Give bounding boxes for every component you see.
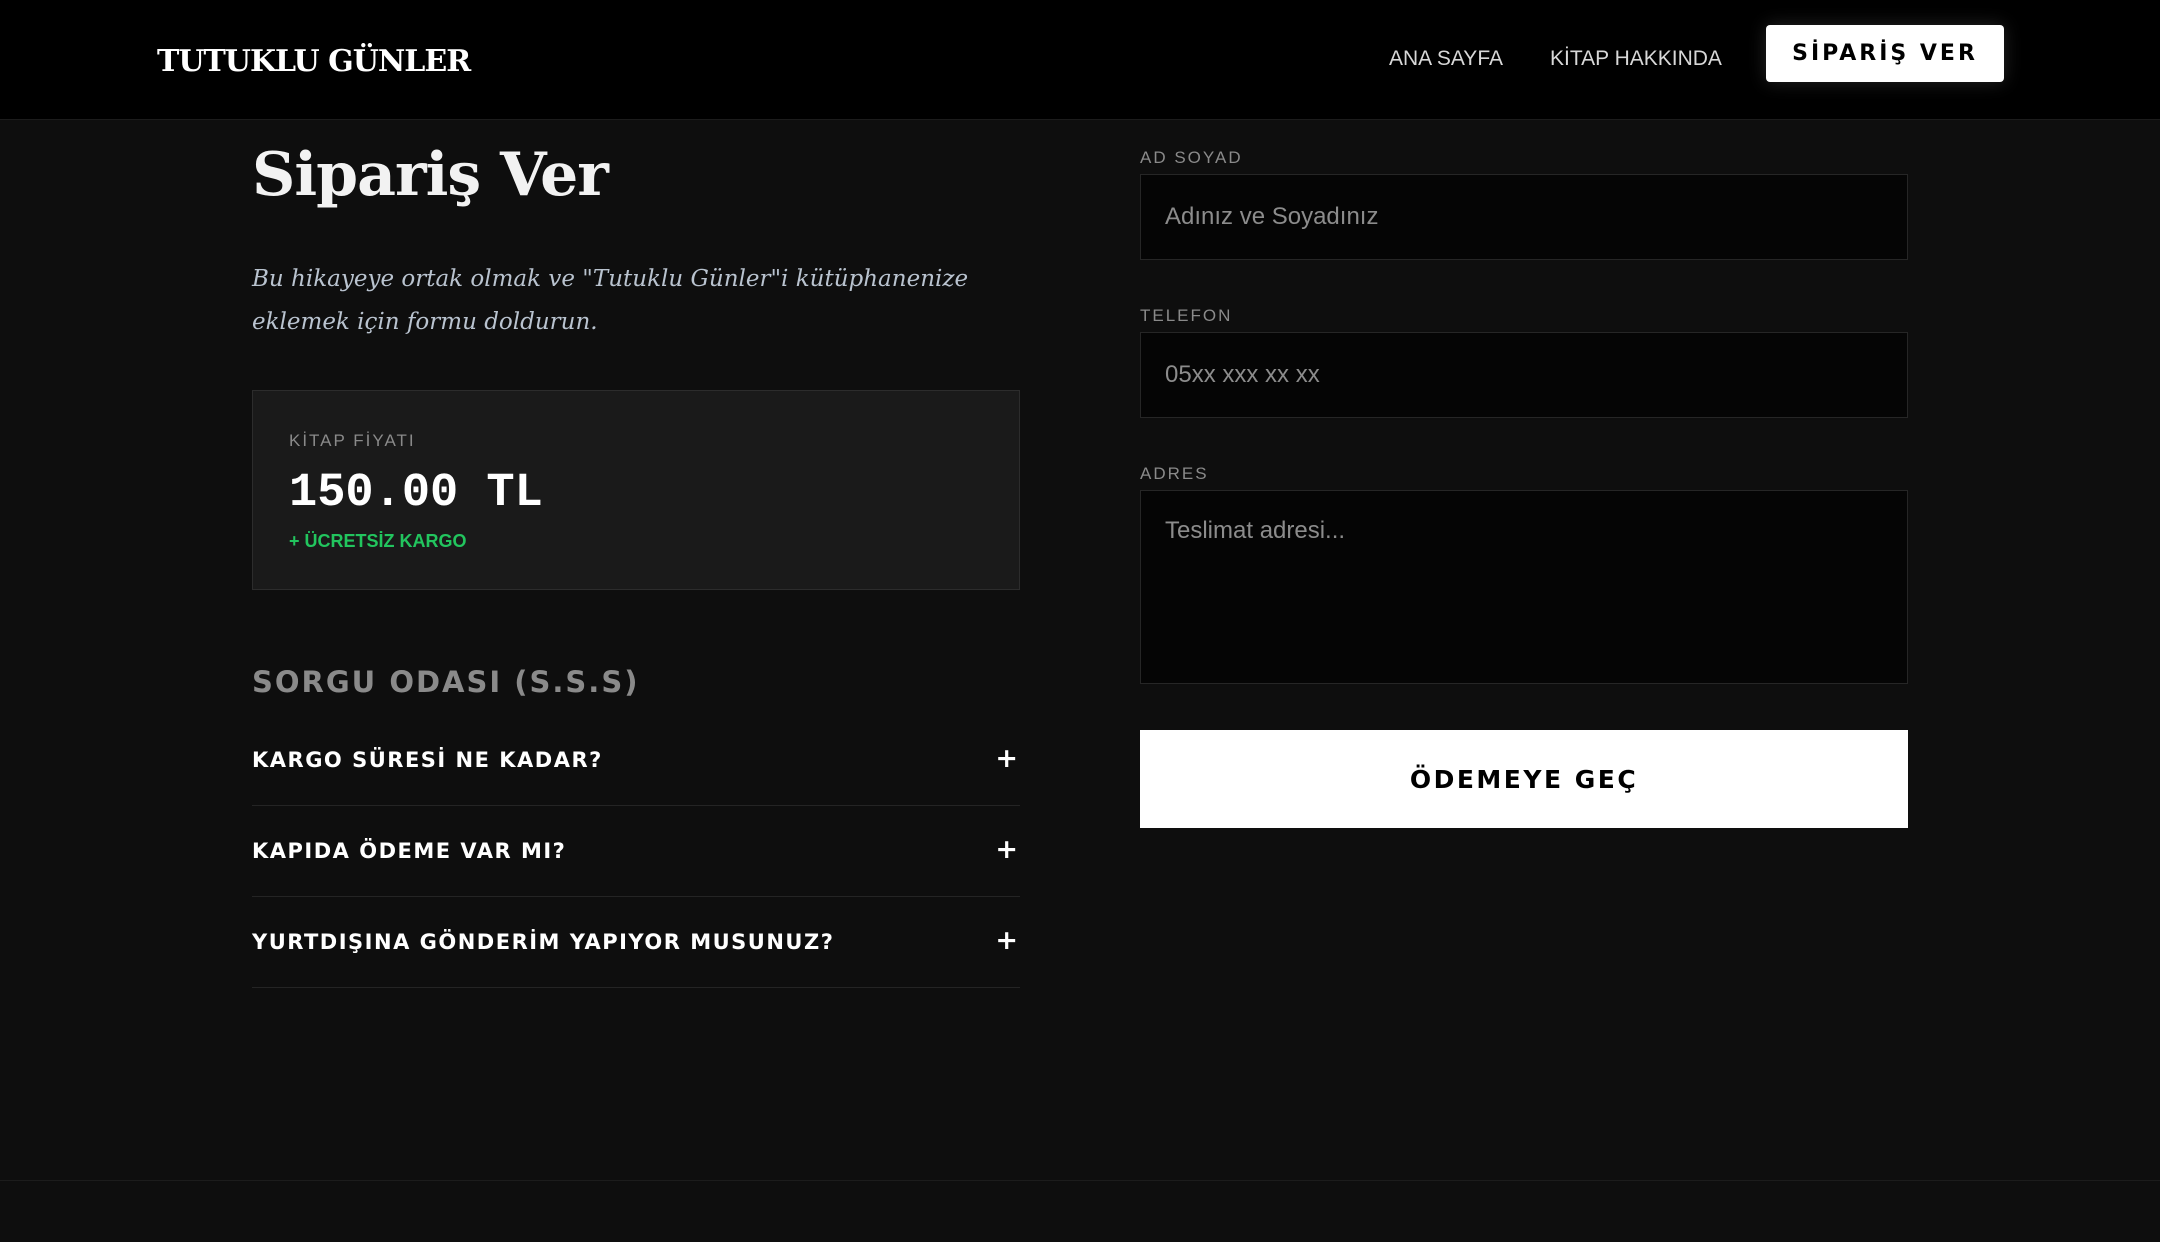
plus-icon[interactable]: + [995, 743, 1018, 774]
price-value: 150.00 TL [289, 467, 543, 520]
address-textarea[interactable] [1140, 490, 1908, 684]
phone-label: TELEFON [1140, 306, 1233, 325]
faq-item-international-shipping[interactable]: YURTDIŞINA GÖNDERİM YAPIYOR MUSUNUZ? + [252, 897, 1020, 988]
nav-order-button[interactable]: SİPARİŞ VER [1766, 25, 2004, 82]
proceed-to-payment-button[interactable]: ÖDEMEYE GEÇ [1140, 730, 1908, 828]
nav-link-home[interactable]: ANA SAYFA [1389, 47, 1503, 71]
nav-link-about-book[interactable]: KİTAP HAKKINDA [1550, 47, 1722, 71]
name-input[interactable] [1140, 174, 1908, 260]
plus-icon[interactable]: + [995, 925, 1018, 956]
phone-input[interactable] [1140, 332, 1908, 418]
faq-question: YURTDIŞINA GÖNDERİM YAPIYOR MUSUNUZ? [252, 930, 835, 954]
order-page: TUTUKLU GÜNLER ANA SAYFA KİTAP HAKKINDA … [0, 0, 2160, 1242]
faq-item-shipping-time[interactable]: KARGO SÜRESİ NE KADAR? + [252, 715, 1020, 806]
faq-item-cash-on-delivery[interactable]: KAPIDA ÖDEME VAR MI? + [252, 806, 1020, 897]
faq-question: KAPIDA ÖDEME VAR MI? [252, 839, 567, 863]
site-header: TUTUKLU GÜNLER ANA SAYFA KİTAP HAKKINDA … [0, 0, 2160, 120]
address-label: ADRES [1140, 464, 1209, 483]
page-title: Sipariş Ver [252, 140, 609, 210]
plus-icon[interactable]: + [995, 834, 1018, 865]
site-logo[interactable]: TUTUKLU GÜNLER [157, 44, 471, 79]
price-label: KİTAP FİYATI [289, 431, 416, 450]
faq-title: SORGU ODASI (S.S.S) [252, 665, 640, 699]
price-card: KİTAP FİYATI 150.00 TL + ÜCRETSİZ KARGO [252, 390, 1020, 590]
free-shipping-note: + ÜCRETSİZ KARGO [289, 531, 467, 551]
page-subtitle: Bu hikayeye ortak olmak ve "Tutuklu Günl… [252, 266, 969, 335]
footer-divider [0, 1180, 2160, 1181]
faq-question: KARGO SÜRESİ NE KADAR? [252, 748, 603, 772]
name-label: AD SOYAD [1140, 148, 1243, 167]
